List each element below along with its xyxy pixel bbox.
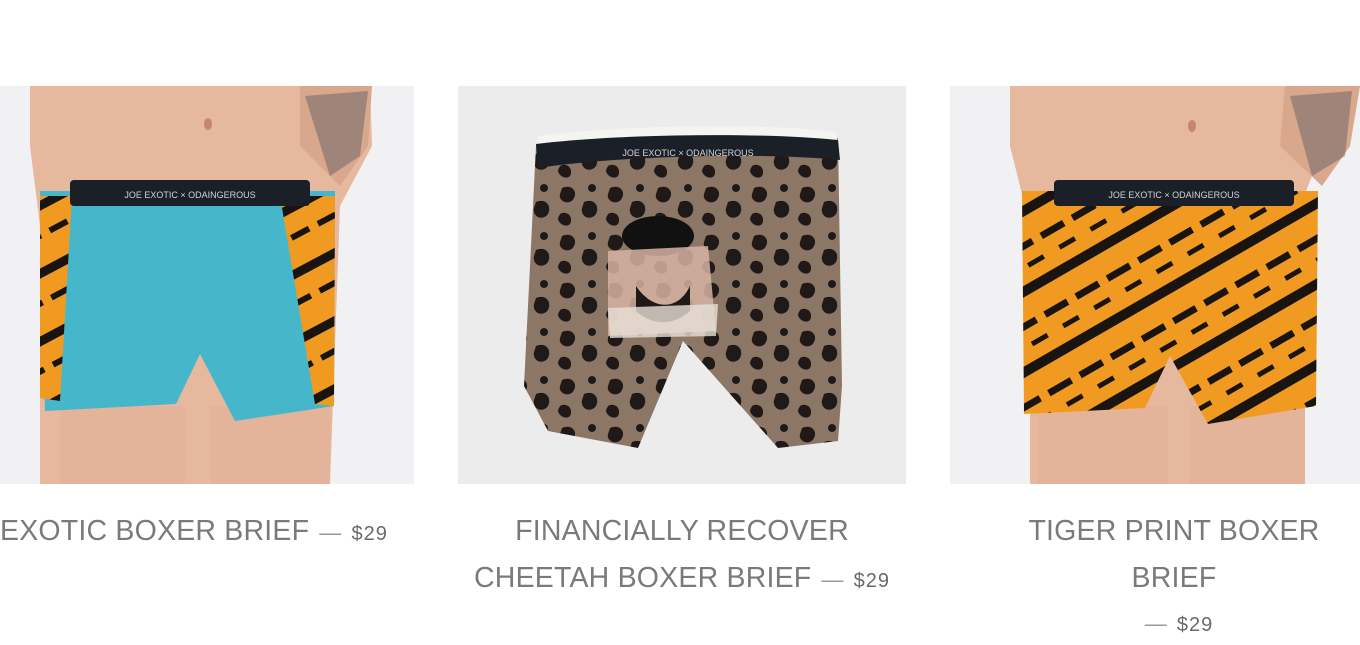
price-separator: —: [821, 567, 844, 592]
waistband-logo-1: JOE EXOTIC × ODAINGEROUS: [124, 190, 255, 200]
product-caption-exotic[interactable]: EXOTIC BOXER BRIEF — $29: [0, 508, 400, 558]
product-title[interactable]: TIGER PRINT BOXER BRIEF: [988, 508, 1360, 602]
product-image-exotic[interactable]: JOE EXOTIC × ODAINGEROUS: [0, 86, 414, 484]
product-price: $29: [1176, 614, 1214, 636]
price-separator: —: [1144, 611, 1167, 636]
product-caption-tiger[interactable]: TIGER PRINT BOXER BRIEF — $29: [988, 508, 1360, 645]
waistband-logo-3: JOE EXOTIC × ODAINGEROUS: [1108, 190, 1239, 200]
product-title[interactable]: EXOTIC BOXER BRIEF: [0, 515, 309, 547]
waistband-logo-2: JOE EXOTIC × ODAINGEROUS: [622, 148, 753, 158]
product-price: $29: [853, 570, 890, 592]
product-price: $29: [351, 523, 388, 545]
product-image-cheetah[interactable]: JOE EXOTIC × ODAINGEROUS: [458, 86, 906, 484]
product-image-tiger[interactable]: JOE EXOTIC × ODAINGEROUS: [950, 86, 1360, 484]
product-title-line-1[interactable]: FINANCIALLY RECOVER: [456, 508, 908, 555]
product-title-line-2[interactable]: CHEETAH BOXER BRIEF: [474, 562, 811, 594]
product-caption-cheetah[interactable]: FINANCIALLY RECOVER CHEETAH BOXER BRIEF —…: [456, 508, 908, 605]
price-separator: —: [319, 520, 342, 545]
